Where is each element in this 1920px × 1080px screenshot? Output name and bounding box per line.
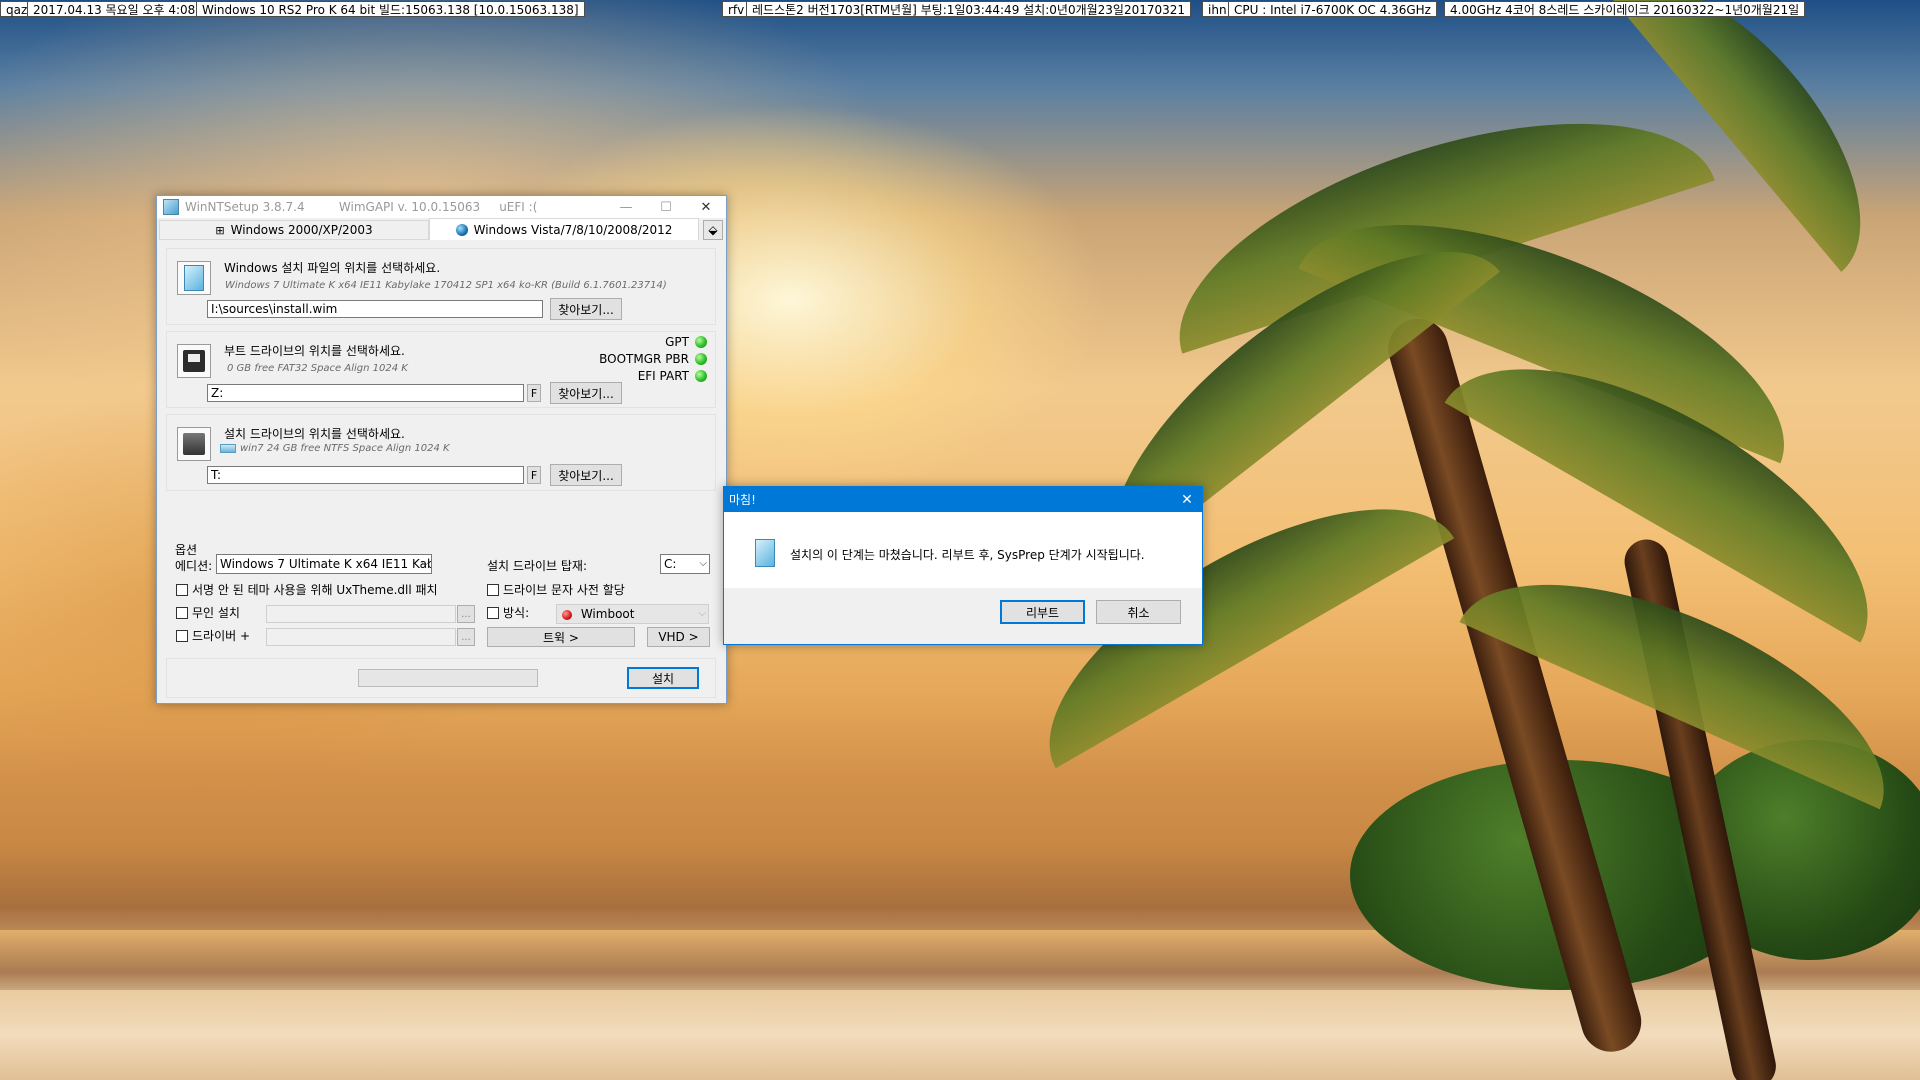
- chevron-down-icon: ⌵: [698, 608, 706, 619]
- drivers-browse-button[interactable]: ...: [457, 628, 475, 646]
- install-group: 설치 드라이브의 위치를 선택하세요. win7 24 GB free NTFS…: [166, 414, 716, 491]
- edition-value: Windows 7 Ultimate K x64 IE11 Kabylake 1: [220, 557, 431, 571]
- system-info-bar: qaz 2017.04.13 목요일 오후 4:08:34 Windows 10…: [0, 0, 1920, 18]
- efi-status: EFI PART: [638, 369, 707, 383]
- info-cell-os-build: Windows 10 RS2 Pro K 64 bit 빌드:15063.138…: [196, 1, 585, 17]
- preassign-label: 드라이브 문자 사전 할당: [503, 583, 625, 597]
- efi-status-label: EFI PART: [637, 369, 689, 383]
- windows-xp-flag-icon: ⊞: [215, 223, 225, 237]
- install-heading: 설치 드라이브의 위치를 선택하세요.: [224, 427, 405, 441]
- vhd-button[interactable]: VHD >: [647, 627, 710, 647]
- bootmgr-status: BOOTMGR PBR: [599, 352, 707, 366]
- mount-drive-label: 설치 드라이브 탑재:: [487, 559, 587, 573]
- install-browse-button[interactable]: 찾아보기...: [550, 464, 622, 486]
- uxtheme-checkbox-row[interactable]: 서명 안 된 테마 사용을 위해 UxTheme.dll 패치: [176, 581, 438, 598]
- winntsetup-window: WinNTSetup 3.8.7.4 WimGAPI v. 10.0.15063…: [156, 195, 727, 704]
- boot-path-input[interactable]: Z:: [207, 384, 524, 402]
- info-cell-uptime: 레드스톤2 버전1703[RTM년월] 부팅:1일03:44:49 설치:0년0…: [746, 1, 1192, 17]
- dialog-titlebar[interactable]: 마침! ✕: [724, 487, 1202, 512]
- boot-browse-button[interactable]: 찾아보기...: [550, 382, 622, 404]
- options-menu-icon[interactable]: ⬙: [703, 220, 723, 240]
- boot-format-button[interactable]: F: [527, 384, 541, 402]
- gpt-status-label: GPT: [665, 335, 689, 349]
- boot-group: 부트 드라이브의 위치를 선택하세요. 0 GB free FAT32 Spac…: [166, 331, 716, 408]
- install-detail-row: win7 24 GB free NTFS Space Align 1024 K: [220, 443, 450, 454]
- drive-icon: [220, 444, 236, 453]
- install-button[interactable]: 설치: [627, 667, 699, 689]
- dialog-close-icon[interactable]: ✕: [1172, 492, 1202, 508]
- preassign-checkbox[interactable]: [487, 583, 499, 596]
- winntsetup-titlebar[interactable]: WinNTSetup 3.8.7.4 WimGAPI v. 10.0.15063…: [157, 196, 726, 218]
- options-section-label: 옵션: [175, 543, 198, 557]
- setup-info-icon: [755, 539, 775, 567]
- boot-drive-icon: [177, 344, 211, 378]
- boot-detail: 0 GB free FAT32 Space Align 1024 K: [227, 363, 408, 374]
- source-path-input[interactable]: I:\sources\install.wim: [207, 300, 543, 318]
- edition-select[interactable]: Windows 7 Ultimate K x64 IE11 Kabylake 1…: [216, 554, 432, 574]
- mode-checkbox[interactable]: [487, 606, 499, 619]
- windows-vista-orb-icon: [455, 223, 468, 236]
- unattended-checkbox[interactable]: [176, 606, 188, 619]
- tab-windows-vista[interactable]: Windows Vista/7/8/10/2008/2012: [429, 218, 699, 240]
- tweaks-button[interactable]: 트윅 >: [487, 627, 635, 647]
- drivers-checkbox[interactable]: [176, 629, 188, 642]
- drivers-label: 드라이버 +: [192, 629, 251, 643]
- mode-indicator-icon: [562, 609, 572, 620]
- dialog-title: 마침!: [729, 493, 756, 507]
- tab-label: Windows Vista/7/8/10/2008/2012: [473, 222, 673, 237]
- info-cell-datetime: 2017.04.13 목요일 오후 4:08:34: [27, 1, 221, 17]
- install-files-icon: [177, 261, 211, 295]
- boot-heading: 부트 드라이브의 위치를 선택하세요.: [224, 344, 405, 358]
- info-cell-cpu: CPU : Intel i7-6700K OC 4.36GHz: [1228, 1, 1437, 17]
- info-cell-cpu-detail: 4.00GHz 4코어 8스레드 스카이레이크 20160322~1년0개월21…: [1444, 1, 1806, 17]
- mount-drive-select[interactable]: C: ⌵: [660, 554, 710, 574]
- install-detail: win7 24 GB free NTFS Space Align 1024 K: [240, 443, 450, 454]
- maximize-icon[interactable]: ☐: [646, 196, 686, 218]
- cancel-button[interactable]: 취소: [1096, 600, 1181, 624]
- reboot-button[interactable]: 리부트: [1000, 600, 1085, 624]
- mode-checkbox-row[interactable]: 방식:: [487, 604, 529, 621]
- chevron-down-icon: ⌵: [699, 558, 707, 569]
- bottom-bar: 설치: [166, 658, 716, 698]
- install-path-input[interactable]: T:: [207, 466, 524, 484]
- status-led-icon: [695, 353, 707, 365]
- source-group: Windows 설치 파일의 위치를 선택하세요. Windows 7 Ulti…: [166, 248, 716, 325]
- edition-label: 에디션:: [175, 559, 213, 573]
- app-icon: [163, 199, 179, 215]
- source-browse-button[interactable]: 찾아보기...: [550, 298, 622, 320]
- source-heading: Windows 설치 파일의 위치를 선택하세요.: [224, 261, 441, 275]
- mount-drive-value: C:: [664, 557, 677, 571]
- source-detail: Windows 7 Ultimate K x64 IE11 Kabylake 1…: [225, 280, 667, 291]
- window-title: WinNTSetup 3.8.7.4 WimGAPI v. 10.0.15063…: [185, 200, 538, 214]
- status-led-icon: [695, 336, 707, 348]
- close-icon[interactable]: ✕: [686, 196, 726, 218]
- tab-label: Windows 2000/XP/2003: [230, 223, 373, 237]
- preassign-checkbox-row[interactable]: 드라이브 문자 사전 할당: [487, 581, 625, 598]
- uxtheme-checkbox[interactable]: [176, 583, 188, 596]
- gpt-status: GPT: [665, 335, 707, 349]
- drivers-folder-input[interactable]: [266, 628, 456, 646]
- chevron-down-icon: ⌵: [421, 558, 429, 569]
- unattended-file-input[interactable]: [266, 605, 456, 623]
- mode-select[interactable]: Wimboot ⌵: [556, 604, 709, 624]
- uxtheme-label: 서명 안 된 테마 사용을 위해 UxTheme.dll 패치: [192, 583, 438, 597]
- bootmgr-status-label: BOOTMGR PBR: [599, 352, 689, 366]
- finish-dialog: 마침! ✕ 설치의 이 단계는 마쳤습니다. 리부트 후, SysPrep 단계…: [723, 486, 1203, 645]
- drivers-checkbox-row[interactable]: 드라이버 +: [176, 627, 250, 644]
- dialog-message: 설치의 이 단계는 마쳤습니다. 리부트 후, SysPrep 단계가 시작됩니…: [790, 548, 1145, 562]
- minimize-icon[interactable]: —: [606, 196, 646, 218]
- progress-bar: [358, 669, 538, 687]
- dialog-button-bar: 리부트 취소: [724, 588, 1202, 644]
- mode-value: Wimboot: [580, 607, 635, 621]
- unattended-browse-button[interactable]: ...: [457, 605, 475, 623]
- tab-windows-xp[interactable]: ⊞ Windows 2000/XP/2003: [159, 220, 429, 240]
- unattended-checkbox-row[interactable]: 무인 설치: [176, 604, 240, 621]
- status-led-icon: [695, 370, 707, 382]
- install-format-button[interactable]: F: [527, 466, 541, 484]
- install-drive-icon: [177, 427, 211, 461]
- unattended-label: 무인 설치: [192, 606, 240, 620]
- mode-label: 방식:: [503, 606, 530, 620]
